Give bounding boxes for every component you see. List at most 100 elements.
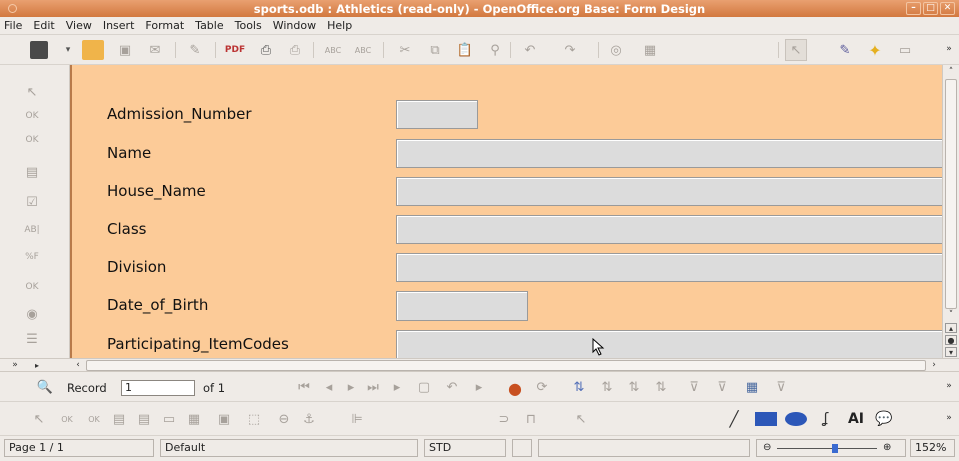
option-draw-icon[interactable]: OK bbox=[85, 410, 103, 428]
zoom-slider[interactable]: ⊖ ⊕ bbox=[756, 439, 906, 457]
minimize-icon[interactable]: – bbox=[906, 2, 921, 15]
table-icon[interactable]: ▦ bbox=[636, 40, 664, 60]
menu-view[interactable]: View bbox=[66, 19, 92, 32]
checkbox-icon[interactable]: ☑ bbox=[22, 193, 42, 211]
drawbar-more-icon[interactable]: » bbox=[943, 408, 955, 428]
division-field[interactable] bbox=[396, 253, 942, 282]
close-icon[interactable]: ✕ bbox=[940, 2, 955, 15]
text-box-icon[interactable]: AB| bbox=[22, 221, 42, 239]
line-anchor-icon[interactable]: ⊖ bbox=[275, 410, 293, 428]
format-paintbrush-icon[interactable]: ⚲ bbox=[485, 40, 505, 60]
autofilter-icon[interactable]: ⊽ bbox=[685, 378, 703, 396]
line-icon[interactable]: ╱ bbox=[725, 410, 743, 428]
undo-record-icon[interactable]: ↶ bbox=[443, 378, 461, 396]
name-field[interactable] bbox=[396, 139, 942, 168]
undo-icon[interactable]: ↶ bbox=[520, 40, 540, 60]
scroll-left-icon[interactable]: ‹ bbox=[72, 359, 84, 371]
email-icon[interactable]: ✉ bbox=[145, 40, 165, 60]
remove-filter-icon[interactable]: ⊽ bbox=[772, 378, 790, 396]
rectangle-icon[interactable] bbox=[755, 412, 777, 426]
house-name-field[interactable] bbox=[396, 177, 942, 206]
class-field[interactable] bbox=[396, 215, 942, 244]
draw-select-icon[interactable]: ↖ bbox=[572, 410, 590, 428]
list-draw-icon[interactable]: ▤ bbox=[135, 410, 153, 428]
delete-record-icon[interactable]: ▸ bbox=[470, 378, 488, 396]
list-box-icon[interactable]: ☰ bbox=[22, 330, 42, 348]
cut-icon[interactable]: ✂ bbox=[395, 40, 415, 60]
search-icon[interactable]: 🔍 bbox=[35, 378, 55, 396]
group-box-icon[interactable]: ⬚ bbox=[245, 410, 263, 428]
vertical-scrollbar[interactable]: ˄ ˅ ▴ ● ▾ bbox=[942, 65, 959, 358]
image-draw-icon[interactable]: ▤ bbox=[110, 410, 128, 428]
save-record-icon[interactable]: ▢ bbox=[415, 378, 433, 396]
scroll-right-icon[interactable]: › bbox=[928, 359, 940, 371]
scroll-up-icon[interactable]: ˄ bbox=[945, 66, 957, 78]
sort-icon[interactable]: ⇅ bbox=[652, 378, 670, 396]
navigator-icon[interactable]: ◎ bbox=[606, 40, 626, 60]
print-icon[interactable]: ⎙ bbox=[255, 40, 277, 60]
zoom-value[interactable]: 152% bbox=[910, 439, 955, 457]
edit-file-icon[interactable]: ✎ bbox=[185, 40, 205, 60]
scroll-thumb[interactable] bbox=[945, 79, 957, 309]
form-filter-icon[interactable]: ▦ bbox=[742, 378, 762, 396]
next-record-icon[interactable]: ▸ bbox=[342, 378, 360, 396]
admission-number-field[interactable] bbox=[396, 100, 478, 129]
horizontal-scrollbar[interactable]: » ▸ ‹ › bbox=[0, 358, 959, 372]
text-tool-icon[interactable]: AI bbox=[845, 410, 867, 428]
wrap-icon[interactable]: ⊃ bbox=[495, 410, 513, 428]
previous-record-icon[interactable]: ◂ bbox=[320, 378, 338, 396]
align-icon[interactable]: ⊫ bbox=[348, 410, 366, 428]
participating-itemcodes-field[interactable] bbox=[396, 330, 942, 358]
sort-az-icon[interactable]: ⇅ bbox=[598, 378, 616, 396]
image-control-icon[interactable]: ▣ bbox=[215, 410, 233, 428]
sort-za-icon[interactable]: ⇅ bbox=[625, 378, 643, 396]
select-arrow-icon[interactable]: ↖ bbox=[22, 83, 42, 101]
hscroll-thumb[interactable] bbox=[86, 360, 926, 371]
menu-table[interactable]: Table bbox=[195, 19, 223, 32]
menu-edit[interactable]: Edit bbox=[33, 19, 54, 32]
toolbar-more-icon[interactable]: » bbox=[943, 39, 955, 59]
scroll-down-icon[interactable]: ˅ bbox=[945, 310, 957, 320]
save-icon[interactable]: ▣ bbox=[115, 40, 135, 60]
autospellcheck-icon[interactable]: ABC bbox=[353, 40, 373, 60]
freeform-icon[interactable]: ʆ bbox=[815, 410, 837, 428]
print-preview-icon[interactable]: ⎙ bbox=[285, 40, 305, 60]
push-button-icon[interactable]: OK bbox=[22, 107, 42, 125]
dropdown-arrow-icon[interactable]: ▾ bbox=[62, 41, 74, 59]
record-number-input[interactable]: 1 bbox=[121, 380, 195, 396]
menu-file[interactable]: File bbox=[4, 19, 22, 32]
form-canvas[interactable]: Admission_Number Name House_Name Class D… bbox=[70, 65, 942, 358]
selection-mode[interactable]: STD bbox=[424, 439, 506, 457]
redo-icon[interactable]: ↷ bbox=[560, 40, 580, 60]
menu-help[interactable]: Help bbox=[327, 19, 352, 32]
wizard-icon[interactable]: ▭ bbox=[895, 40, 915, 60]
export-pdf-icon[interactable]: PDF bbox=[225, 40, 245, 60]
menu-format[interactable]: Format bbox=[145, 19, 184, 32]
option-button-icon[interactable]: OK bbox=[22, 131, 42, 149]
combo-box-icon[interactable]: ▭ bbox=[160, 410, 178, 428]
refresh-icon[interactable]: ● bbox=[505, 378, 525, 398]
open-folder-icon[interactable] bbox=[82, 40, 104, 60]
navbar-more-icon[interactable]: » bbox=[943, 376, 955, 396]
first-record-icon[interactable]: ⏮ bbox=[295, 378, 313, 396]
copy-icon[interactable]: ⧉ bbox=[425, 40, 445, 60]
frame-icon[interactable]: ⊓ bbox=[522, 410, 540, 428]
next-page-icon[interactable]: ▾ bbox=[945, 347, 957, 357]
maximize-icon[interactable]: □ bbox=[923, 2, 938, 15]
navigation-icon[interactable]: ● bbox=[945, 335, 957, 345]
first-sheet-icon[interactable]: ▸ bbox=[30, 359, 44, 371]
form-navigator-icon[interactable]: ✦ bbox=[865, 40, 885, 60]
formatted-field-icon[interactable]: %F bbox=[22, 248, 42, 266]
callout-icon[interactable]: 💬 bbox=[873, 410, 895, 428]
ellipse-icon[interactable] bbox=[785, 412, 807, 426]
form-properties-icon[interactable]: ✎ bbox=[835, 40, 855, 60]
last-record-icon[interactable]: ⏭ bbox=[364, 378, 382, 396]
paste-icon[interactable]: 📋 bbox=[455, 40, 475, 60]
previous-page-icon[interactable]: ▴ bbox=[945, 323, 957, 333]
radio-button-icon[interactable]: ◉ bbox=[22, 305, 42, 323]
refresh-control-icon[interactable]: ⟳ bbox=[533, 378, 551, 396]
button-control-icon[interactable]: OK bbox=[22, 278, 42, 296]
design-mode-icon[interactable]: ↖ bbox=[785, 39, 807, 61]
window-menu-icon[interactable] bbox=[8, 4, 17, 13]
date-of-birth-field[interactable] bbox=[396, 291, 528, 321]
